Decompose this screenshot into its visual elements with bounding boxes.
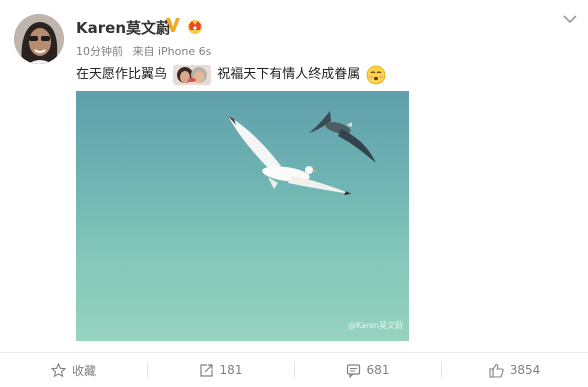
username[interactable]: Karen莫文蔚: [76, 17, 171, 38]
chevron-down-icon[interactable]: [563, 14, 577, 24]
comment-count: 681: [366, 363, 390, 377]
vip-crown-icon[interactable]: [185, 17, 205, 35]
comment-button[interactable]: 681: [294, 353, 441, 387]
avatar[interactable]: [14, 14, 64, 64]
post-text-part-1: 在天愿作比翼鸟: [76, 67, 168, 82]
post-meta: 10分钟前 来自 iPhone 6s: [76, 43, 217, 59]
verified-v-icon: [166, 18, 180, 32]
post-text-part-2: 祝福天下有情人终成眷属: [217, 67, 361, 82]
couple-photo-emoji: [173, 65, 212, 85]
thumbs-up-icon: [489, 363, 504, 378]
like-button[interactable]: 3854: [441, 353, 588, 387]
blushing-face-emoji: [367, 65, 386, 85]
star-icon: [50, 362, 66, 377]
post-source[interactable]: 来自 iPhone 6s: [133, 45, 212, 58]
action-bar: 收藏 181 681 3854: [0, 353, 588, 387]
post-photo[interactable]: @Karen莫文蔚: [76, 91, 409, 341]
repost-icon: [199, 363, 213, 377]
post-time[interactable]: 10分钟前: [76, 45, 123, 58]
favorite-button[interactable]: 收藏: [0, 353, 147, 387]
favorite-label: 收藏: [71, 363, 96, 378]
post-text: 在天愿作比翼鸟 祝福天下有情人终成眷属: [76, 64, 386, 86]
like-count: 3854: [509, 363, 541, 377]
repost-button[interactable]: 181: [147, 353, 294, 387]
comment-icon: [346, 363, 360, 378]
repost-count: 181: [219, 363, 243, 377]
seagull-dark: [309, 111, 376, 163]
photo-watermark: @Karen莫文蔚: [347, 321, 403, 330]
weibo-post-card: Karen莫文蔚 10分钟前 来自 iPhone 6s 在天愿作比翼鸟 祝福天下…: [0, 0, 588, 387]
